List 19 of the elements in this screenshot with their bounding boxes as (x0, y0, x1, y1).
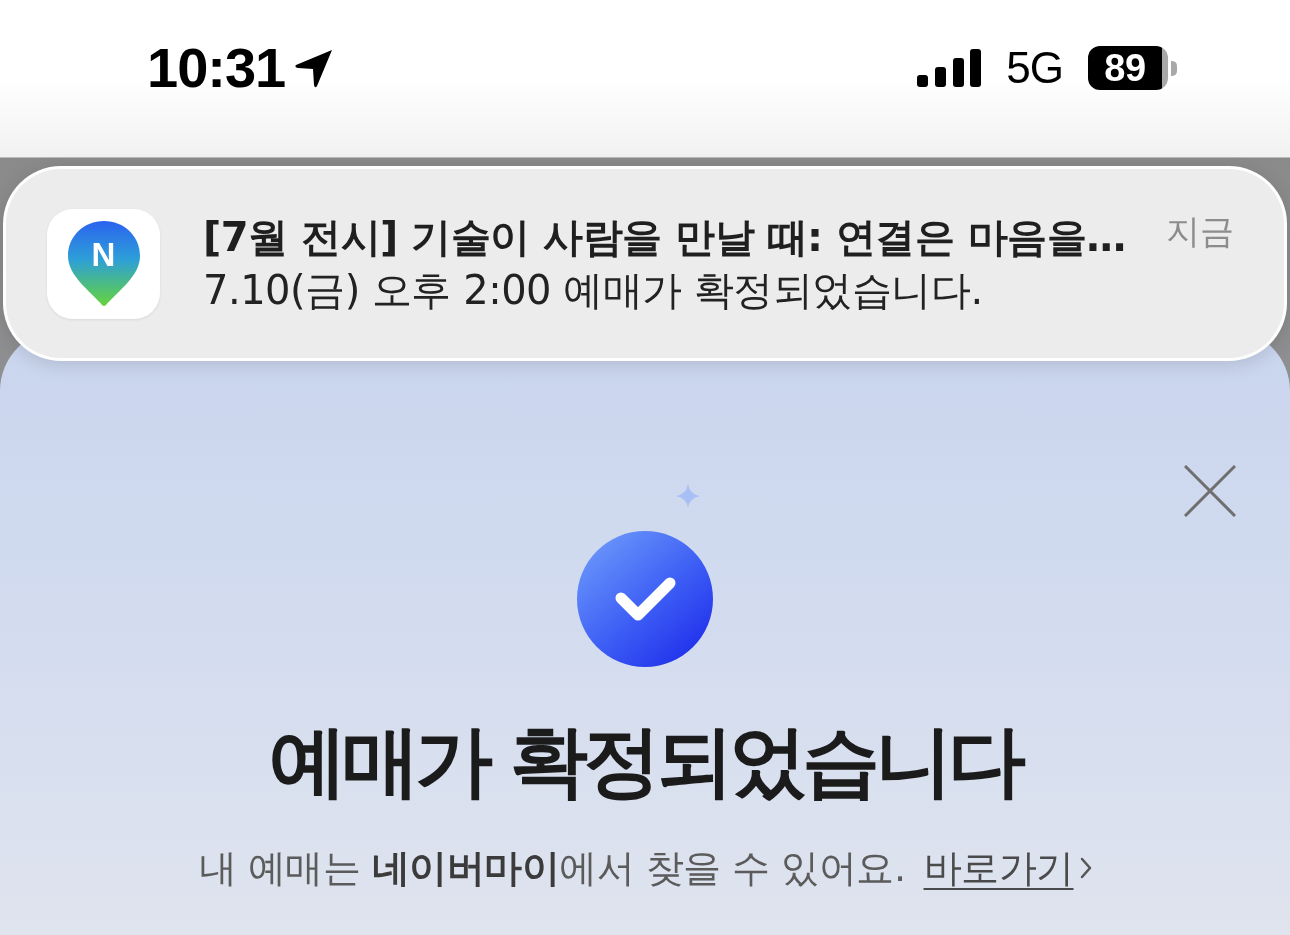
check-circle-icon (577, 531, 713, 667)
sparkle-icon (676, 484, 700, 508)
close-button[interactable] (1182, 463, 1238, 519)
map-pin-icon (67, 220, 140, 307)
battery-tip-icon (1171, 60, 1177, 76)
battery-level: 89 (1088, 46, 1168, 90)
notification-banner[interactable]: N [7월 전시] 기술이 사람을 만날 때: 연결은 마음을… 7.10(금) 오후 2:00 예매가 확정되었습니다. 지금 (3, 166, 1287, 361)
chevron-right-icon (1079, 856, 1092, 880)
notification-time: 지금 (1166, 211, 1234, 252)
close-icon (1184, 465, 1236, 517)
signal-icon (917, 49, 982, 87)
notification-title: [7월 전시] 기술이 사람을 만날 때: 연결은 마음을… (203, 212, 1127, 262)
network-label: 5G (1006, 46, 1063, 90)
notification-body: 7.10(금) 오후 2:00 예매가 확정되었습니다. (203, 265, 984, 315)
status-time: 10:31 (147, 40, 286, 96)
confirmation-message: 내 예매는 네이버마이에서 찾을 수 있어요. (198, 845, 906, 892)
shortcut-link[interactable]: 바로가기 (923, 844, 1092, 892)
confirmation-title: 예매가 확정되었습니다 (268, 715, 1022, 808)
app-icon-letter: N (91, 237, 116, 271)
